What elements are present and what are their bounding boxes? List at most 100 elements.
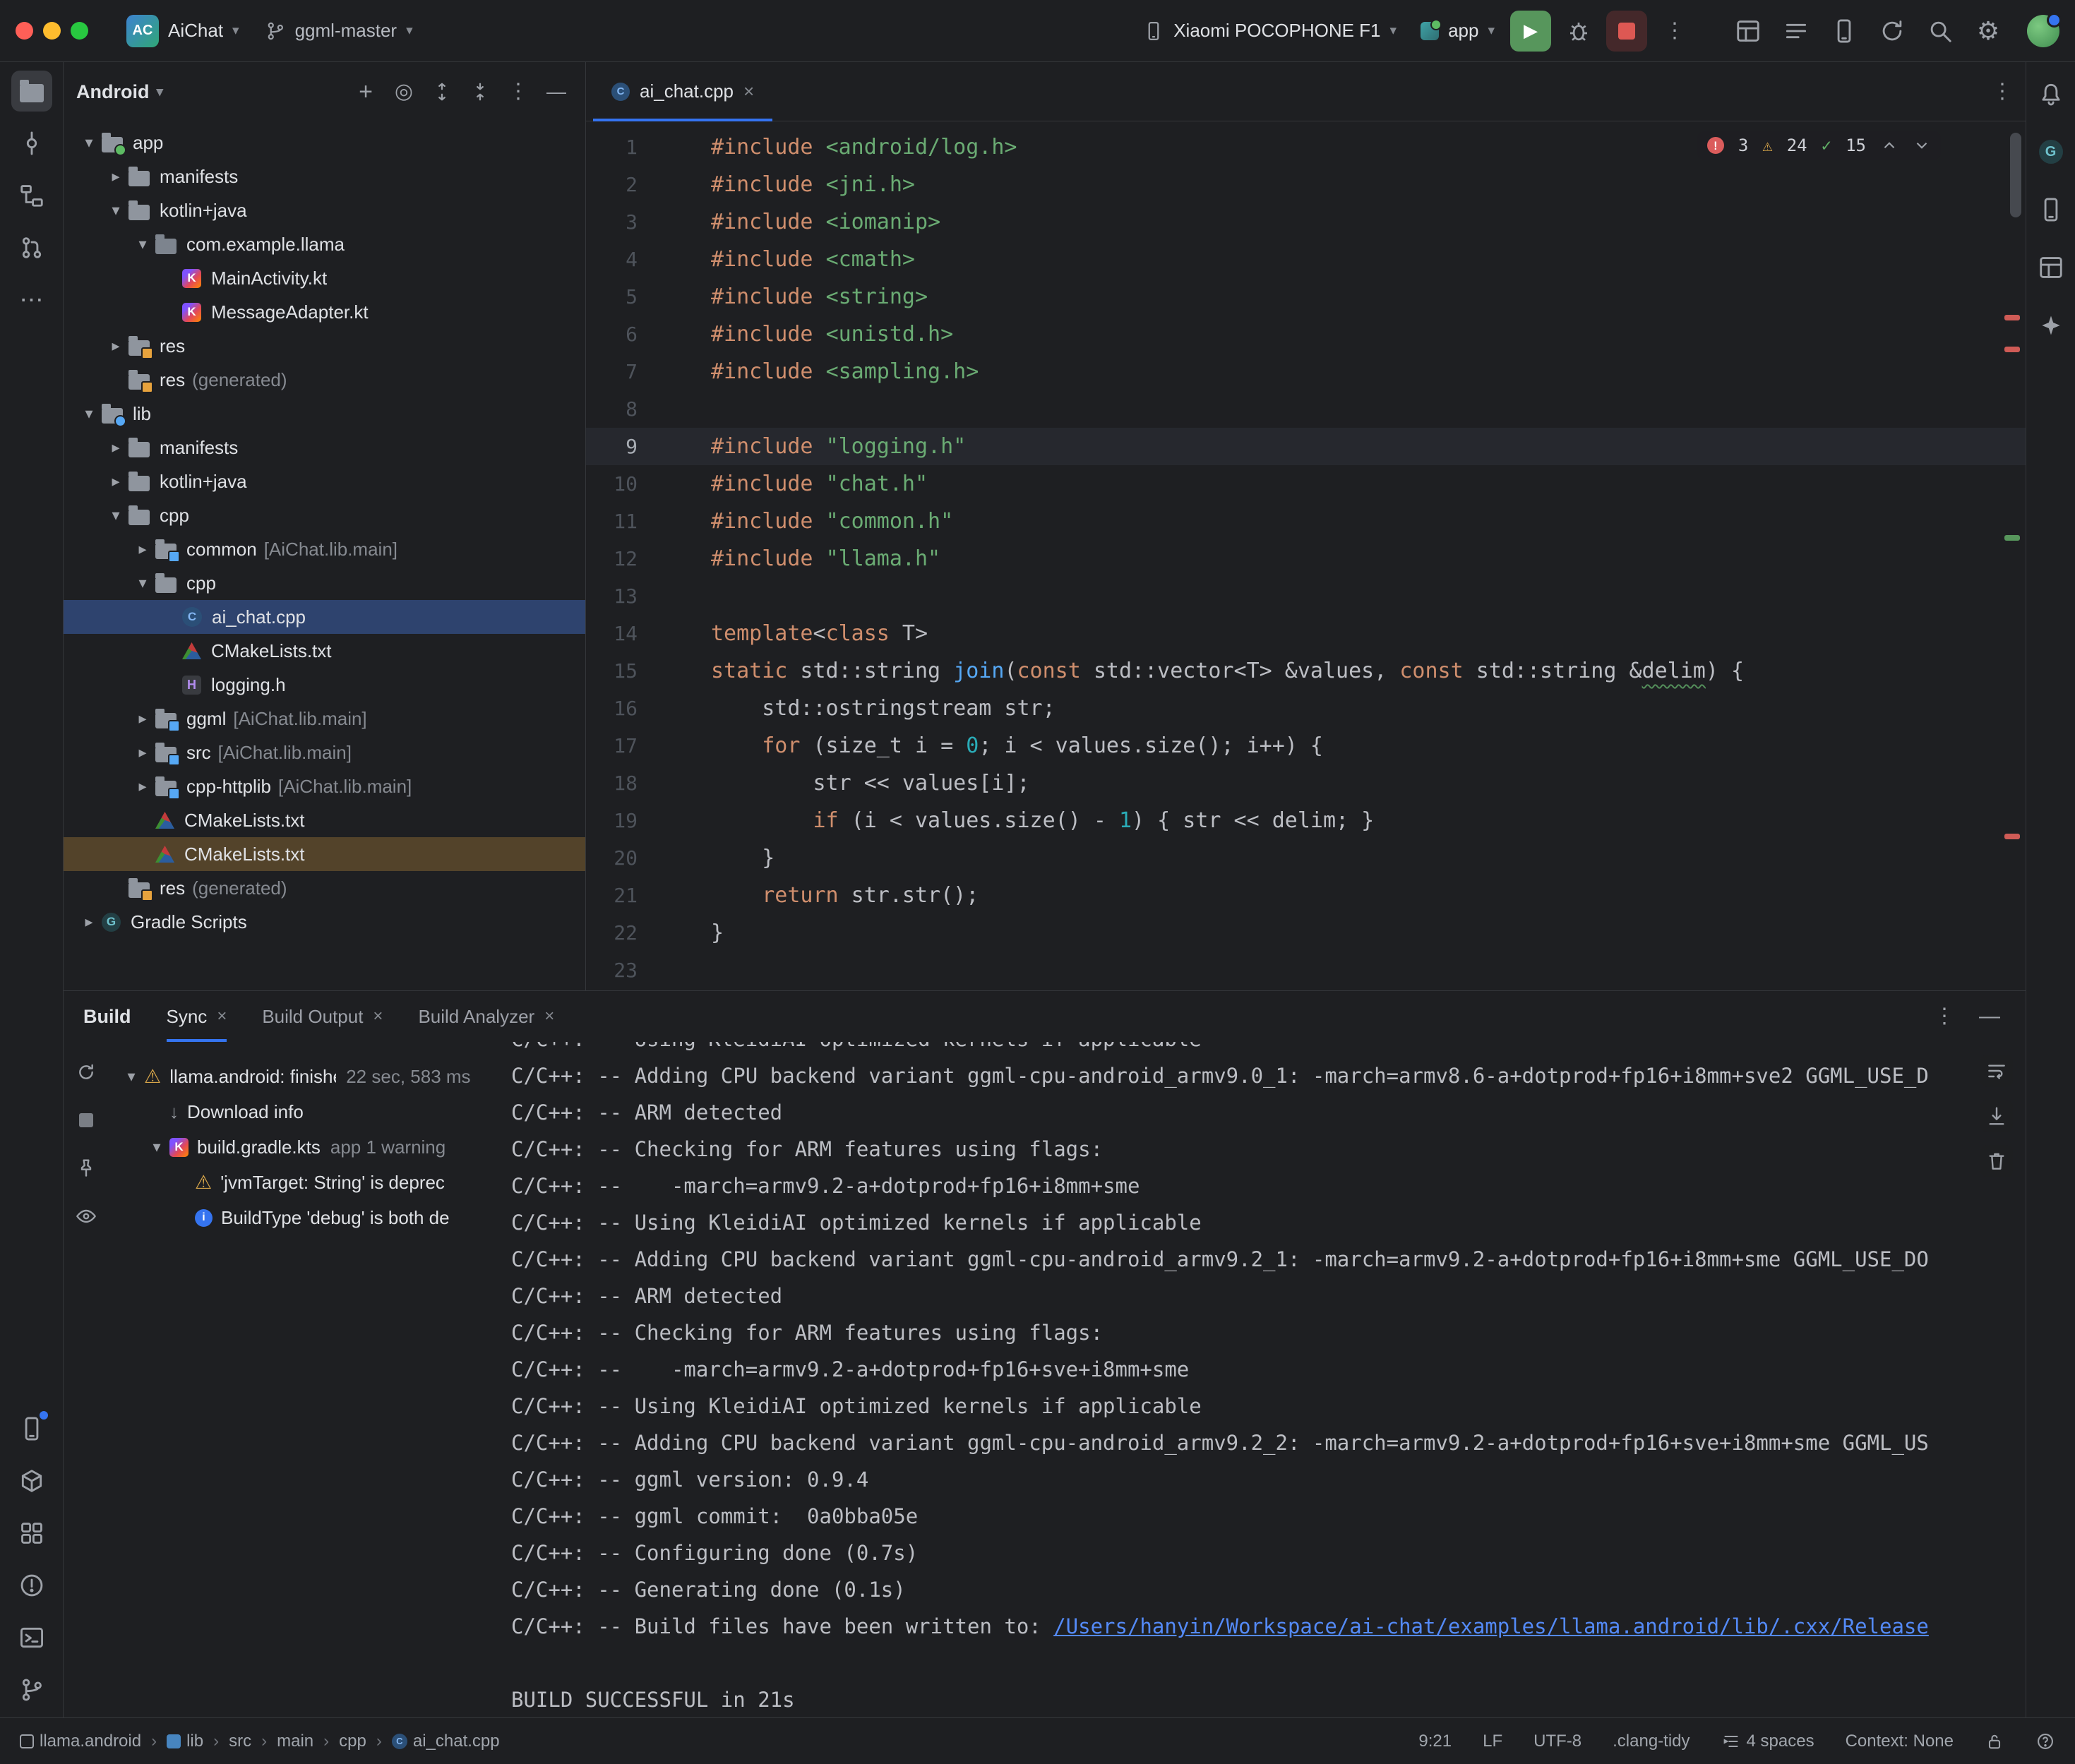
- build-tree-item[interactable]: iBuildType 'debug' is both de: [109, 1200, 503, 1235]
- tree-item-cmakelists-txt[interactable]: CMakeLists.txt: [64, 634, 585, 668]
- chevron-closed-icon[interactable]: ▸: [103, 167, 128, 186]
- sync-project-button[interactable]: [1872, 11, 1913, 52]
- scroll-to-end-button[interactable]: [1980, 1100, 2013, 1132]
- chevron-open-icon[interactable]: ▾: [144, 1138, 169, 1156]
- chevron-closed-icon[interactable]: ▸: [103, 472, 128, 491]
- tree-item-messageadapter-kt[interactable]: KMessageAdapter.kt: [64, 295, 585, 329]
- code-line-9[interactable]: #include "logging.h": [711, 428, 2026, 465]
- terminal-tool-button[interactable]: [11, 1617, 52, 1658]
- tree-item-lib[interactable]: ▾lib: [64, 397, 585, 431]
- version-control-tool-button[interactable]: [11, 1669, 52, 1710]
- code-line-16[interactable]: std::ostringstream str;: [711, 690, 2026, 727]
- gradle-tool-button[interactable]: G: [2031, 131, 2071, 172]
- breadcrumb-lib[interactable]: lib: [167, 1732, 203, 1751]
- tree-item-res[interactable]: ▸res: [64, 329, 585, 363]
- build-tree-item[interactable]: ↓Download info: [109, 1094, 503, 1129]
- device-manager-button[interactable]: [1824, 11, 1865, 52]
- build-console[interactable]: C/C++: -- Using KleidiAI optimized kerne…: [503, 1042, 2026, 1717]
- code-line-17[interactable]: for (size_t i = 0; i < values.size(); i+…: [711, 727, 2026, 764]
- chevron-closed-icon[interactable]: ▸: [130, 709, 155, 728]
- code-line-7[interactable]: #include <sampling.h>: [711, 353, 2026, 390]
- build-panel-title[interactable]: Build: [83, 1006, 131, 1028]
- build-output-link[interactable]: /Users/hanyin/Workspace/ai-chat/examples…: [1053, 1614, 1929, 1638]
- editor-scrollbar[interactable]: [2010, 133, 2021, 217]
- code-line-12[interactable]: #include "llama.h": [711, 540, 2026, 577]
- assistant-tool-button[interactable]: [2031, 305, 2071, 346]
- code-line-22[interactable]: }: [711, 914, 2026, 952]
- previous-problem-icon[interactable]: [1880, 136, 1898, 155]
- code-line-10[interactable]: #include "chat.h": [711, 465, 2026, 503]
- project-tool-button[interactable]: [11, 71, 52, 112]
- build-tree-item[interactable]: ⚠'jvmTarget: String' is deprec: [109, 1165, 503, 1200]
- search-everywhere-button[interactable]: [1920, 11, 1961, 52]
- app-insights-tool-button[interactable]: [11, 1513, 52, 1554]
- commit-tool-button[interactable]: [11, 123, 52, 164]
- tree-item-logging-h[interactable]: Hlogging.h: [64, 668, 585, 702]
- tree-item-gradle-scripts[interactable]: ▸GGradle Scripts: [64, 905, 585, 939]
- layout-inspector-button[interactable]: [1728, 11, 1769, 52]
- tree-item-src[interactable]: ▸src[AiChat.lib.main]: [64, 736, 585, 769]
- code-line-4[interactable]: #include <cmath>: [711, 241, 2026, 278]
- code-area[interactable]: 1234567891011121314151617181920212223 #i…: [586, 121, 2026, 990]
- locate-file-button[interactable]: ◎: [388, 76, 420, 108]
- pin-tab-button[interactable]: [70, 1152, 102, 1184]
- editor-tab-ai-chat-cpp[interactable]: C ai_chat.cpp ×: [593, 62, 772, 121]
- preview-button[interactable]: [70, 1200, 102, 1232]
- chevron-closed-icon[interactable]: ▸: [103, 337, 128, 355]
- change-stripe-mark[interactable]: [2004, 535, 2020, 541]
- chevron-closed-icon[interactable]: ▸: [130, 743, 155, 762]
- code-line-23[interactable]: [711, 952, 2026, 989]
- code-line-13[interactable]: [711, 577, 2026, 615]
- minimize-window-button[interactable]: [43, 22, 61, 40]
- tree-item-com-example-llama[interactable]: ▾com.example.llama: [64, 227, 585, 261]
- next-problem-icon[interactable]: [1913, 136, 1931, 155]
- layout-inspector-tool-button[interactable]: [2031, 247, 2071, 288]
- breadcrumb-ai-chat-cpp[interactable]: Cai_chat.cpp: [392, 1732, 500, 1751]
- tree-item-ggml[interactable]: ▸ggml[AiChat.lib.main]: [64, 702, 585, 736]
- chevron-open-icon[interactable]: ▾: [76, 404, 102, 423]
- resource-context[interactable]: Context: None: [1846, 1732, 1954, 1751]
- hide-panel-button[interactable]: —: [540, 76, 573, 108]
- breadcrumb-llama-android[interactable]: llama.android: [20, 1732, 141, 1751]
- run-more-button[interactable]: ⋮: [1654, 11, 1695, 52]
- tree-item-res[interactable]: res(generated): [64, 871, 585, 905]
- running-devices-tool-button[interactable]: [11, 1408, 52, 1449]
- run-button[interactable]: ▶: [1510, 11, 1551, 52]
- build-tab-build-output[interactable]: Build Output×: [262, 991, 383, 1042]
- code-line-14[interactable]: template<class T>: [711, 615, 2026, 652]
- stop-button[interactable]: [1606, 11, 1647, 52]
- device-manager-tool-button[interactable]: [2031, 189, 2071, 230]
- chevron-closed-icon[interactable]: ▸: [103, 438, 128, 457]
- close-tab-icon[interactable]: ×: [544, 1007, 554, 1026]
- tree-item-common[interactable]: ▸common[AiChat.lib.main]: [64, 532, 585, 566]
- pull-requests-tool-button[interactable]: [11, 227, 52, 268]
- code-line-20[interactable]: }: [711, 839, 2026, 877]
- project-selector[interactable]: AC AiChat ▾: [118, 9, 248, 53]
- chevron-open-icon[interactable]: ▾: [119, 1067, 144, 1086]
- tree-item-kotlin-java[interactable]: ▸kotlin+java: [64, 464, 585, 498]
- close-tab-icon[interactable]: ×: [743, 80, 754, 102]
- code-line-21[interactable]: return str.str();: [711, 877, 2026, 914]
- close-window-button[interactable]: [16, 22, 33, 40]
- tree-item-manifests[interactable]: ▸manifests: [64, 431, 585, 464]
- tree-item-mainactivity-kt[interactable]: KMainActivity.kt: [64, 261, 585, 295]
- status-help-button[interactable]: [2035, 1732, 2055, 1751]
- zoom-window-button[interactable]: [71, 22, 88, 40]
- build-tree-item[interactable]: ▾⚠llama.android: finished22 sec, 583 ms: [109, 1059, 503, 1094]
- code-line-3[interactable]: #include <iomanip>: [711, 203, 2026, 241]
- tree-item-manifests[interactable]: ▸manifests: [64, 160, 585, 193]
- build-tab-build-analyzer[interactable]: Build Analyzer×: [418, 991, 554, 1042]
- collapse-all-button[interactable]: [464, 76, 496, 108]
- clear-output-button[interactable]: [1980, 1145, 2013, 1177]
- device-selector[interactable]: Xiaomi POCOPHONE F1 ▾: [1135, 14, 1405, 47]
- line-separator[interactable]: LF: [1483, 1732, 1502, 1751]
- debug-button[interactable]: [1558, 11, 1599, 52]
- tree-item-ai-chat-cpp[interactable]: Cai_chat.cpp: [64, 600, 585, 634]
- code-line-15[interactable]: static std::string join(const std::vecto…: [711, 652, 2026, 690]
- file-encoding[interactable]: UTF-8: [1533, 1732, 1581, 1751]
- dependencies-tool-button[interactable]: [11, 1460, 52, 1501]
- settings-button[interactable]: ⚙: [1968, 11, 2009, 52]
- error-stripe-mark[interactable]: [2004, 347, 2020, 352]
- chevron-open-icon[interactable]: ▾: [103, 506, 128, 524]
- code-line-18[interactable]: str << values[i];: [711, 764, 2026, 802]
